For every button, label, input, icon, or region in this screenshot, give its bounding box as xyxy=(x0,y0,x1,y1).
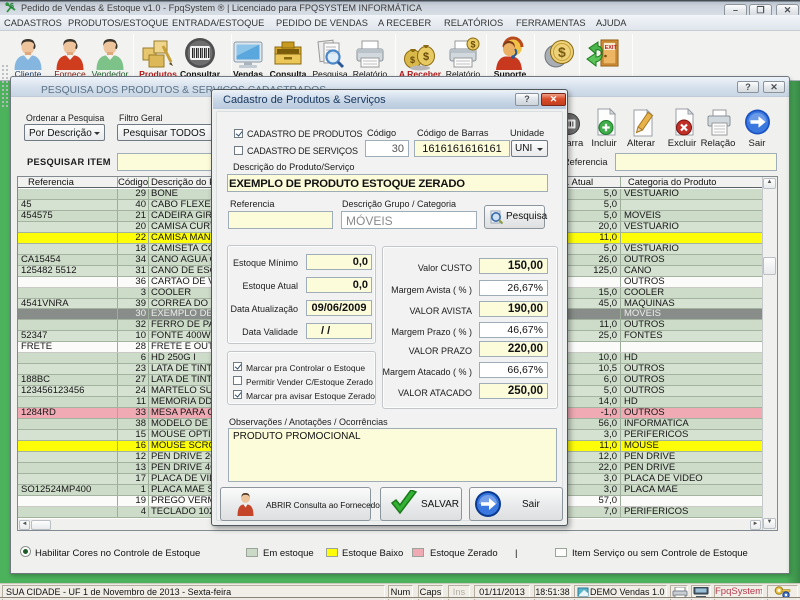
svg-text:$: $ xyxy=(10,3,14,10)
svg-text:EXIT: EXIT xyxy=(605,45,618,51)
svg-text:$: $ xyxy=(471,40,476,50)
svg-text:$: $ xyxy=(410,55,415,65)
svg-text:$: $ xyxy=(558,44,566,60)
svg-text:$: $ xyxy=(423,51,429,63)
